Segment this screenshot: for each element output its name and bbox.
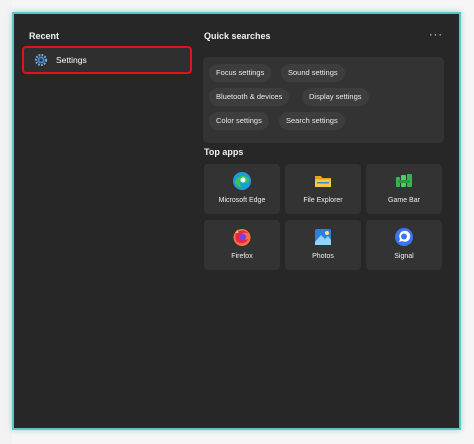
- app-label: Firefox: [231, 253, 253, 260]
- chip-search-settings[interactable]: Search settings: [279, 112, 345, 130]
- app-label: Microsoft Edge: [218, 197, 266, 204]
- chip-display-settings[interactable]: Display settings: [302, 88, 369, 106]
- signal-icon: [395, 228, 413, 246]
- quick-searches-box: Focus settings Sound settings Bluetooth …: [203, 57, 444, 143]
- game-bar-icon: [396, 174, 412, 187]
- file-explorer-icon: [315, 176, 331, 187]
- settings-gear-icon: [34, 53, 48, 67]
- app-label: File Explorer: [303, 197, 343, 204]
- firefox-icon: [233, 229, 251, 246]
- recent-item-settings[interactable]: Settings: [22, 46, 192, 74]
- edge-icon: [233, 172, 251, 190]
- recent-heading: Recent: [29, 31, 60, 41]
- chip-focus-settings[interactable]: Focus settings: [209, 64, 272, 82]
- app-tile-signal[interactable]: Signal: [366, 220, 442, 270]
- top-apps-heading: Top apps: [204, 147, 244, 157]
- background-window-edge: [0, 0, 12, 444]
- app-tile-file-explorer[interactable]: File Explorer: [285, 164, 361, 214]
- app-label: Game Bar: [388, 197, 420, 204]
- search-flyout-panel: Recent Settings Quick searches ··· Focus…: [12, 12, 461, 430]
- app-tile-photos[interactable]: Photos: [285, 220, 361, 270]
- app-tile-firefox[interactable]: Firefox: [204, 220, 280, 270]
- app-label: Signal: [394, 253, 414, 260]
- photos-icon: [315, 229, 331, 245]
- chip-color-settings[interactable]: Color settings: [209, 112, 269, 130]
- app-label: Photos: [312, 253, 334, 260]
- app-tile-game-bar[interactable]: Game Bar: [366, 164, 442, 214]
- chip-sound-settings[interactable]: Sound settings: [281, 64, 345, 82]
- chip-bluetooth-devices[interactable]: Bluetooth & devices: [209, 88, 290, 106]
- app-tile-microsoft-edge[interactable]: Microsoft Edge: [204, 164, 280, 214]
- quick-searches-heading: Quick searches: [204, 31, 271, 41]
- more-options-button[interactable]: ···: [428, 30, 444, 41]
- recent-item-label: Settings: [56, 55, 87, 65]
